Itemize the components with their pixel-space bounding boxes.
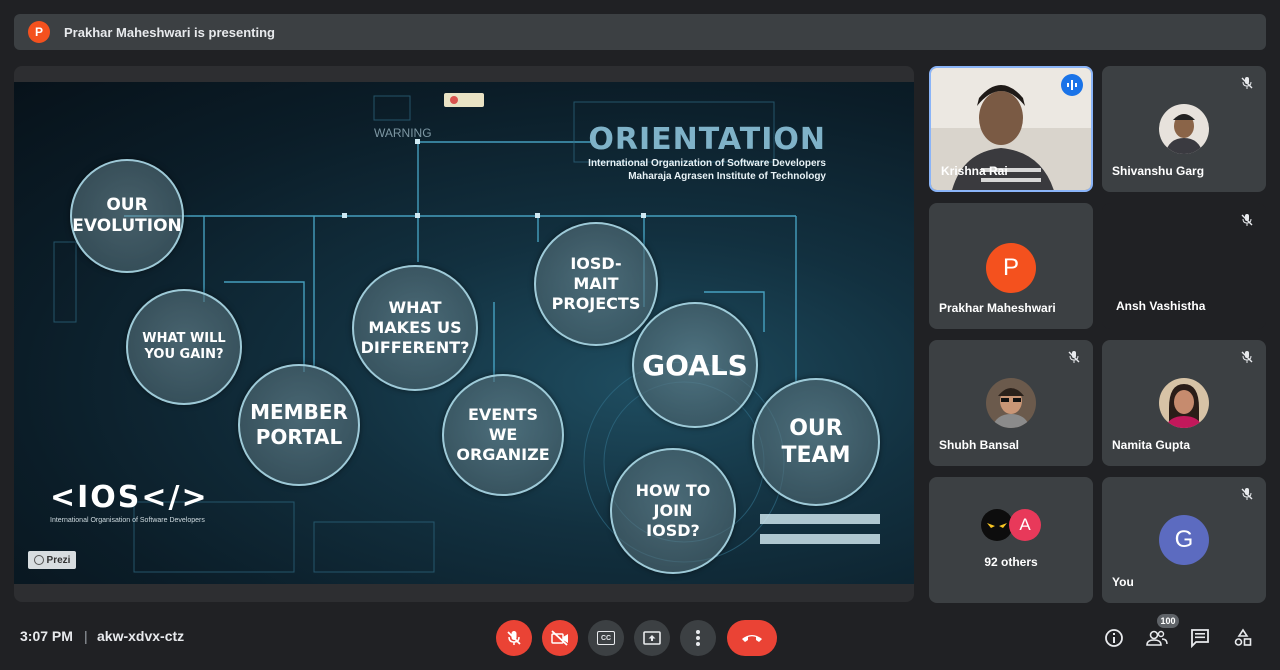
activities-icon: [1234, 628, 1252, 646]
participant-name: Shivanshu Garg: [1112, 164, 1205, 178]
avatar: G: [1159, 515, 1209, 565]
end-call-icon: [742, 635, 762, 642]
chat-button[interactable]: [1188, 626, 1212, 650]
tile-namita-gupta[interactable]: Namita Gupta: [1102, 340, 1266, 466]
prezi-label: Prezi: [46, 554, 71, 566]
iosd-logo: <IOS</> International Organisation of So…: [50, 480, 209, 524]
captions-icon: CC: [597, 631, 615, 645]
avatar: P: [986, 243, 1036, 293]
tile-you[interactable]: G You: [1102, 477, 1266, 603]
bubble-what-will-you-gain[interactable]: WHAT WILL YOU GAIN?: [126, 289, 242, 405]
participant-name: Ansh Vashistha: [1116, 299, 1206, 313]
slide-title-block: ORIENTATION International Organization o…: [588, 122, 826, 183]
info-icon: [1105, 629, 1123, 647]
participant-name: Namita Gupta: [1112, 438, 1191, 452]
avatar: [1159, 378, 1209, 428]
mic-off-icon: [1241, 214, 1253, 226]
others-avatar-2: A: [1009, 509, 1041, 541]
tile-others[interactable]: A 92 others: [929, 477, 1093, 603]
mic-off-icon: [1241, 77, 1253, 89]
presentation-stage: WARNING ORIENTATION International Organi…: [14, 66, 914, 602]
speaking-indicator-icon: [1061, 74, 1083, 96]
chat-icon: [1191, 629, 1209, 648]
logo-subtitle: International Organisation of Software D…: [50, 517, 205, 524]
bubble-our-team[interactable]: OUR TEAM: [752, 378, 880, 506]
slide-subtitle-org: International Organization of Software D…: [588, 158, 826, 169]
tile-krishna-rai[interactable]: Krishna Rai: [929, 66, 1093, 192]
mic-off-icon: [507, 631, 521, 645]
mic-off-icon: [1241, 351, 1253, 363]
leave-call-button[interactable]: [727, 620, 777, 656]
activities-button[interactable]: [1231, 626, 1255, 650]
more-vert-icon: [696, 630, 700, 646]
mic-off-icon: [1068, 351, 1080, 363]
meeting-details-button[interactable]: [1102, 626, 1126, 650]
participant-name: Prakhar Maheshwari: [939, 301, 1056, 315]
slide-title: ORIENTATION: [588, 122, 826, 157]
tile-prakhar-maheshwari[interactable]: P Prakhar Maheshwari: [929, 203, 1093, 329]
presenter-avatar: P: [28, 21, 50, 43]
avatar: [1159, 104, 1209, 154]
bubble-goals[interactable]: GOALS: [632, 302, 758, 428]
others-count: 92 others: [984, 555, 1038, 569]
toggle-mic-button[interactable]: [496, 620, 532, 656]
bubble-events-we-organize[interactable]: EVENTS WE ORGANIZE: [442, 374, 564, 496]
participant-name: Krishna Rai: [941, 164, 1008, 178]
bubble-how-to-join[interactable]: HOW TO JOIN IOSD?: [610, 448, 736, 574]
presentation-slide[interactable]: WARNING ORIENTATION International Organi…: [14, 82, 914, 584]
warning-label: WARNING: [374, 126, 432, 140]
presenting-text: Prakhar Maheshwari is presenting: [64, 24, 275, 40]
prezi-badge[interactable]: Prezi: [28, 551, 76, 569]
presenting-banner: P Prakhar Maheshwari is presenting: [14, 14, 1266, 50]
avatar: [986, 378, 1036, 428]
tile-shivanshu-garg[interactable]: Shivanshu Garg: [1102, 66, 1266, 192]
prezi-icon: [33, 555, 44, 565]
separator: |: [84, 628, 88, 644]
bubble-iosd-mait-projects[interactable]: IOSD-MAIT PROJECTS: [534, 222, 658, 346]
participants-button[interactable]: [1145, 626, 1169, 650]
bottom-control-bar: 3:07 PM | akw-xdvx-ctz CC 100: [0, 606, 1280, 670]
mic-off-icon: [1241, 488, 1253, 500]
people-icon: [1146, 630, 1168, 646]
participant-name: Shubh Bansal: [939, 438, 1020, 452]
present-now-button[interactable]: [634, 620, 670, 656]
camera-off-icon: [551, 630, 568, 646]
clock-time: 3:07 PM: [20, 628, 73, 644]
captions-button[interactable]: CC: [588, 620, 624, 656]
toggle-camera-button[interactable]: [542, 620, 578, 656]
bubble-what-makes-us-different[interactable]: WHAT MAKES US DIFFERENT?: [352, 265, 478, 391]
tile-shubh-bansal[interactable]: Shubh Bansal: [929, 340, 1093, 466]
participant-count-badge: 100: [1157, 614, 1179, 628]
participant-name: You: [1112, 575, 1134, 589]
more-options-button[interactable]: [680, 620, 716, 656]
logo-text: <IOS</>: [50, 480, 209, 515]
present-icon: [643, 631, 661, 645]
meeting-code[interactable]: akw-xdvx-ctz: [97, 628, 184, 644]
tile-ansh-vashistha[interactable]: Ansh Vashistha: [1102, 203, 1266, 329]
slide-subtitle-inst: Maharaja Agrasen Institute of Technology: [628, 171, 826, 182]
bubble-member-portal[interactable]: MEMBER PORTAL: [238, 364, 360, 486]
bubble-our-evolution[interactable]: OUR EVOLUTION: [70, 159, 184, 273]
